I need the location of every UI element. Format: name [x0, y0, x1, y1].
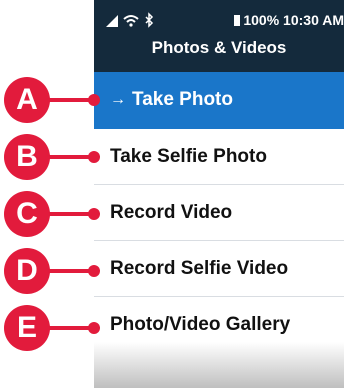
callout-badge: C	[4, 191, 50, 237]
callout-badge: E	[4, 305, 50, 351]
status-bar: 100% 10:30 AM	[94, 12, 344, 30]
clock: 10:30 AM	[283, 12, 344, 28]
bluetooth-icon	[145, 12, 154, 28]
signal-icon	[106, 15, 118, 27]
callout-b: B	[0, 134, 344, 180]
callout-e: E	[0, 305, 344, 351]
callout-badge: B	[4, 134, 50, 180]
callout-badge: D	[4, 248, 50, 294]
page-title: Photos & Videos	[151, 38, 287, 57]
callout-dot	[88, 94, 100, 106]
callout-dot	[88, 208, 100, 220]
callout-dot	[88, 265, 100, 277]
battery-level: 100%	[243, 12, 280, 28]
callout-c: C	[0, 191, 344, 237]
callout-a: A	[0, 77, 344, 123]
status-icons	[106, 12, 154, 28]
callout-badge: A	[4, 77, 50, 123]
app-header: 100% 10:30 AM Photos & Videos	[94, 0, 344, 72]
status-right: 100% 10:30 AM	[234, 12, 344, 28]
callout-d: D	[0, 248, 344, 294]
wifi-icon	[123, 15, 139, 23]
callout-dot	[88, 151, 100, 163]
callout-dot	[88, 322, 100, 334]
battery-icon	[234, 15, 241, 26]
